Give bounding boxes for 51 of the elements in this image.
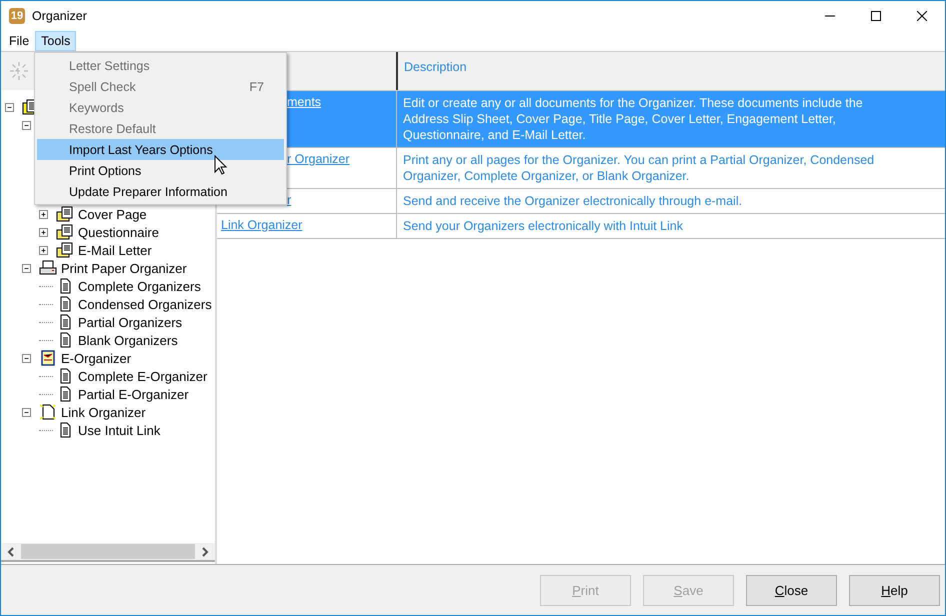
collapse-icon[interactable]	[22, 264, 31, 272]
link[interactable]: Link Organizer	[221, 218, 302, 232]
expand-icon[interactable]	[39, 210, 48, 218]
tree-item[interactable]: Partial Organizers	[78, 314, 182, 330]
menu-item[interactable]: Import Last Years Options	[37, 139, 284, 160]
description-text: Send your Organizers electronically with Intuit Link	[403, 219, 683, 233]
expand-icon[interactable]	[39, 246, 48, 254]
tree-item[interactable]: Partial E-Organizer	[78, 386, 189, 402]
mouse-pointer-icon	[214, 155, 227, 175]
collapse-icon[interactable]	[22, 354, 31, 362]
document-folder-icon	[56, 206, 74, 222]
tree-item[interactable]: Complete Organizers	[78, 278, 201, 294]
expand-icon[interactable]	[39, 228, 48, 236]
description-text: Send and receive the Organizer electronically through e-mail.	[403, 194, 742, 208]
collapse-icon[interactable]	[22, 408, 31, 416]
scroll-left-icon[interactable]	[7, 546, 15, 556]
link[interactable]: r Organizer	[287, 152, 350, 166]
scrollbar-thumb[interactable]	[21, 544, 195, 559]
dialog-button[interactable]: Help	[849, 574, 940, 606]
tree-item[interactable]: Condensed Organizers	[78, 296, 212, 312]
description-text: Edit or create any or all documents for the Organizer. These documents include the Address Slip Sheet, Cover Page, Title Page, Cover Letter, Engagement Letter, Questionnaire, and E-Mail Letter.	[403, 96, 863, 142]
tree-item[interactable]: Questionnaire	[78, 224, 159, 240]
description-text: Print any or all pages for the Organizer. You can print a Partial Organizer, Condensed Organizer, Complete Organizer, or Blank Organizer.	[403, 153, 874, 183]
app-logo: 19	[9, 8, 25, 24]
page-icon	[39, 404, 57, 420]
menu-item[interactable]: Print Options	[37, 160, 284, 181]
table-cell[interactable]: Print any or all pages for the Organizer. You can print a Partial Organizer, Condensed Organizer, Complete Organizer, or Blank Organizer.	[397, 148, 945, 188]
maximize-icon[interactable]	[871, 11, 881, 21]
chart-document-icon	[39, 350, 57, 366]
menu-item[interactable]: Tools	[35, 31, 76, 51]
tree-item[interactable]: E-Mail Letter	[78, 242, 152, 258]
tree-item[interactable]: Link Organizer	[61, 404, 146, 420]
table-cell[interactable]: Send and receive the Organizer electronically through e-mail.	[397, 189, 945, 213]
tree-item[interactable]: Complete E-Organizer	[78, 368, 208, 384]
printer-icon	[39, 260, 57, 276]
scroll-right-icon[interactable]	[201, 546, 209, 556]
tree-item[interactable]: E-Organizer	[61, 350, 132, 366]
menu-item[interactable]: Update Preparer Information	[37, 181, 284, 202]
collapse-icon[interactable]	[5, 102, 14, 112]
dialog-button[interactable]: Close	[746, 574, 837, 606]
window-title: Organizer	[32, 9, 87, 23]
document-folder-icon	[56, 242, 74, 258]
tree-item[interactable]: Print Paper Organizer	[61, 260, 187, 276]
document-folder-icon	[56, 224, 74, 240]
tree-item[interactable]: Blank Organizers	[78, 332, 178, 348]
table-cell[interactable]: Send your Organizers electronically with Intuit Link	[397, 214, 945, 238]
tree-item[interactable]: Cover Page	[78, 206, 147, 222]
collapse-icon[interactable]	[22, 120, 31, 130]
close-icon[interactable]	[917, 11, 927, 21]
tree-item[interactable]: Use Intuit Link	[78, 422, 160, 438]
menu-item[interactable]: File	[3, 31, 36, 51]
